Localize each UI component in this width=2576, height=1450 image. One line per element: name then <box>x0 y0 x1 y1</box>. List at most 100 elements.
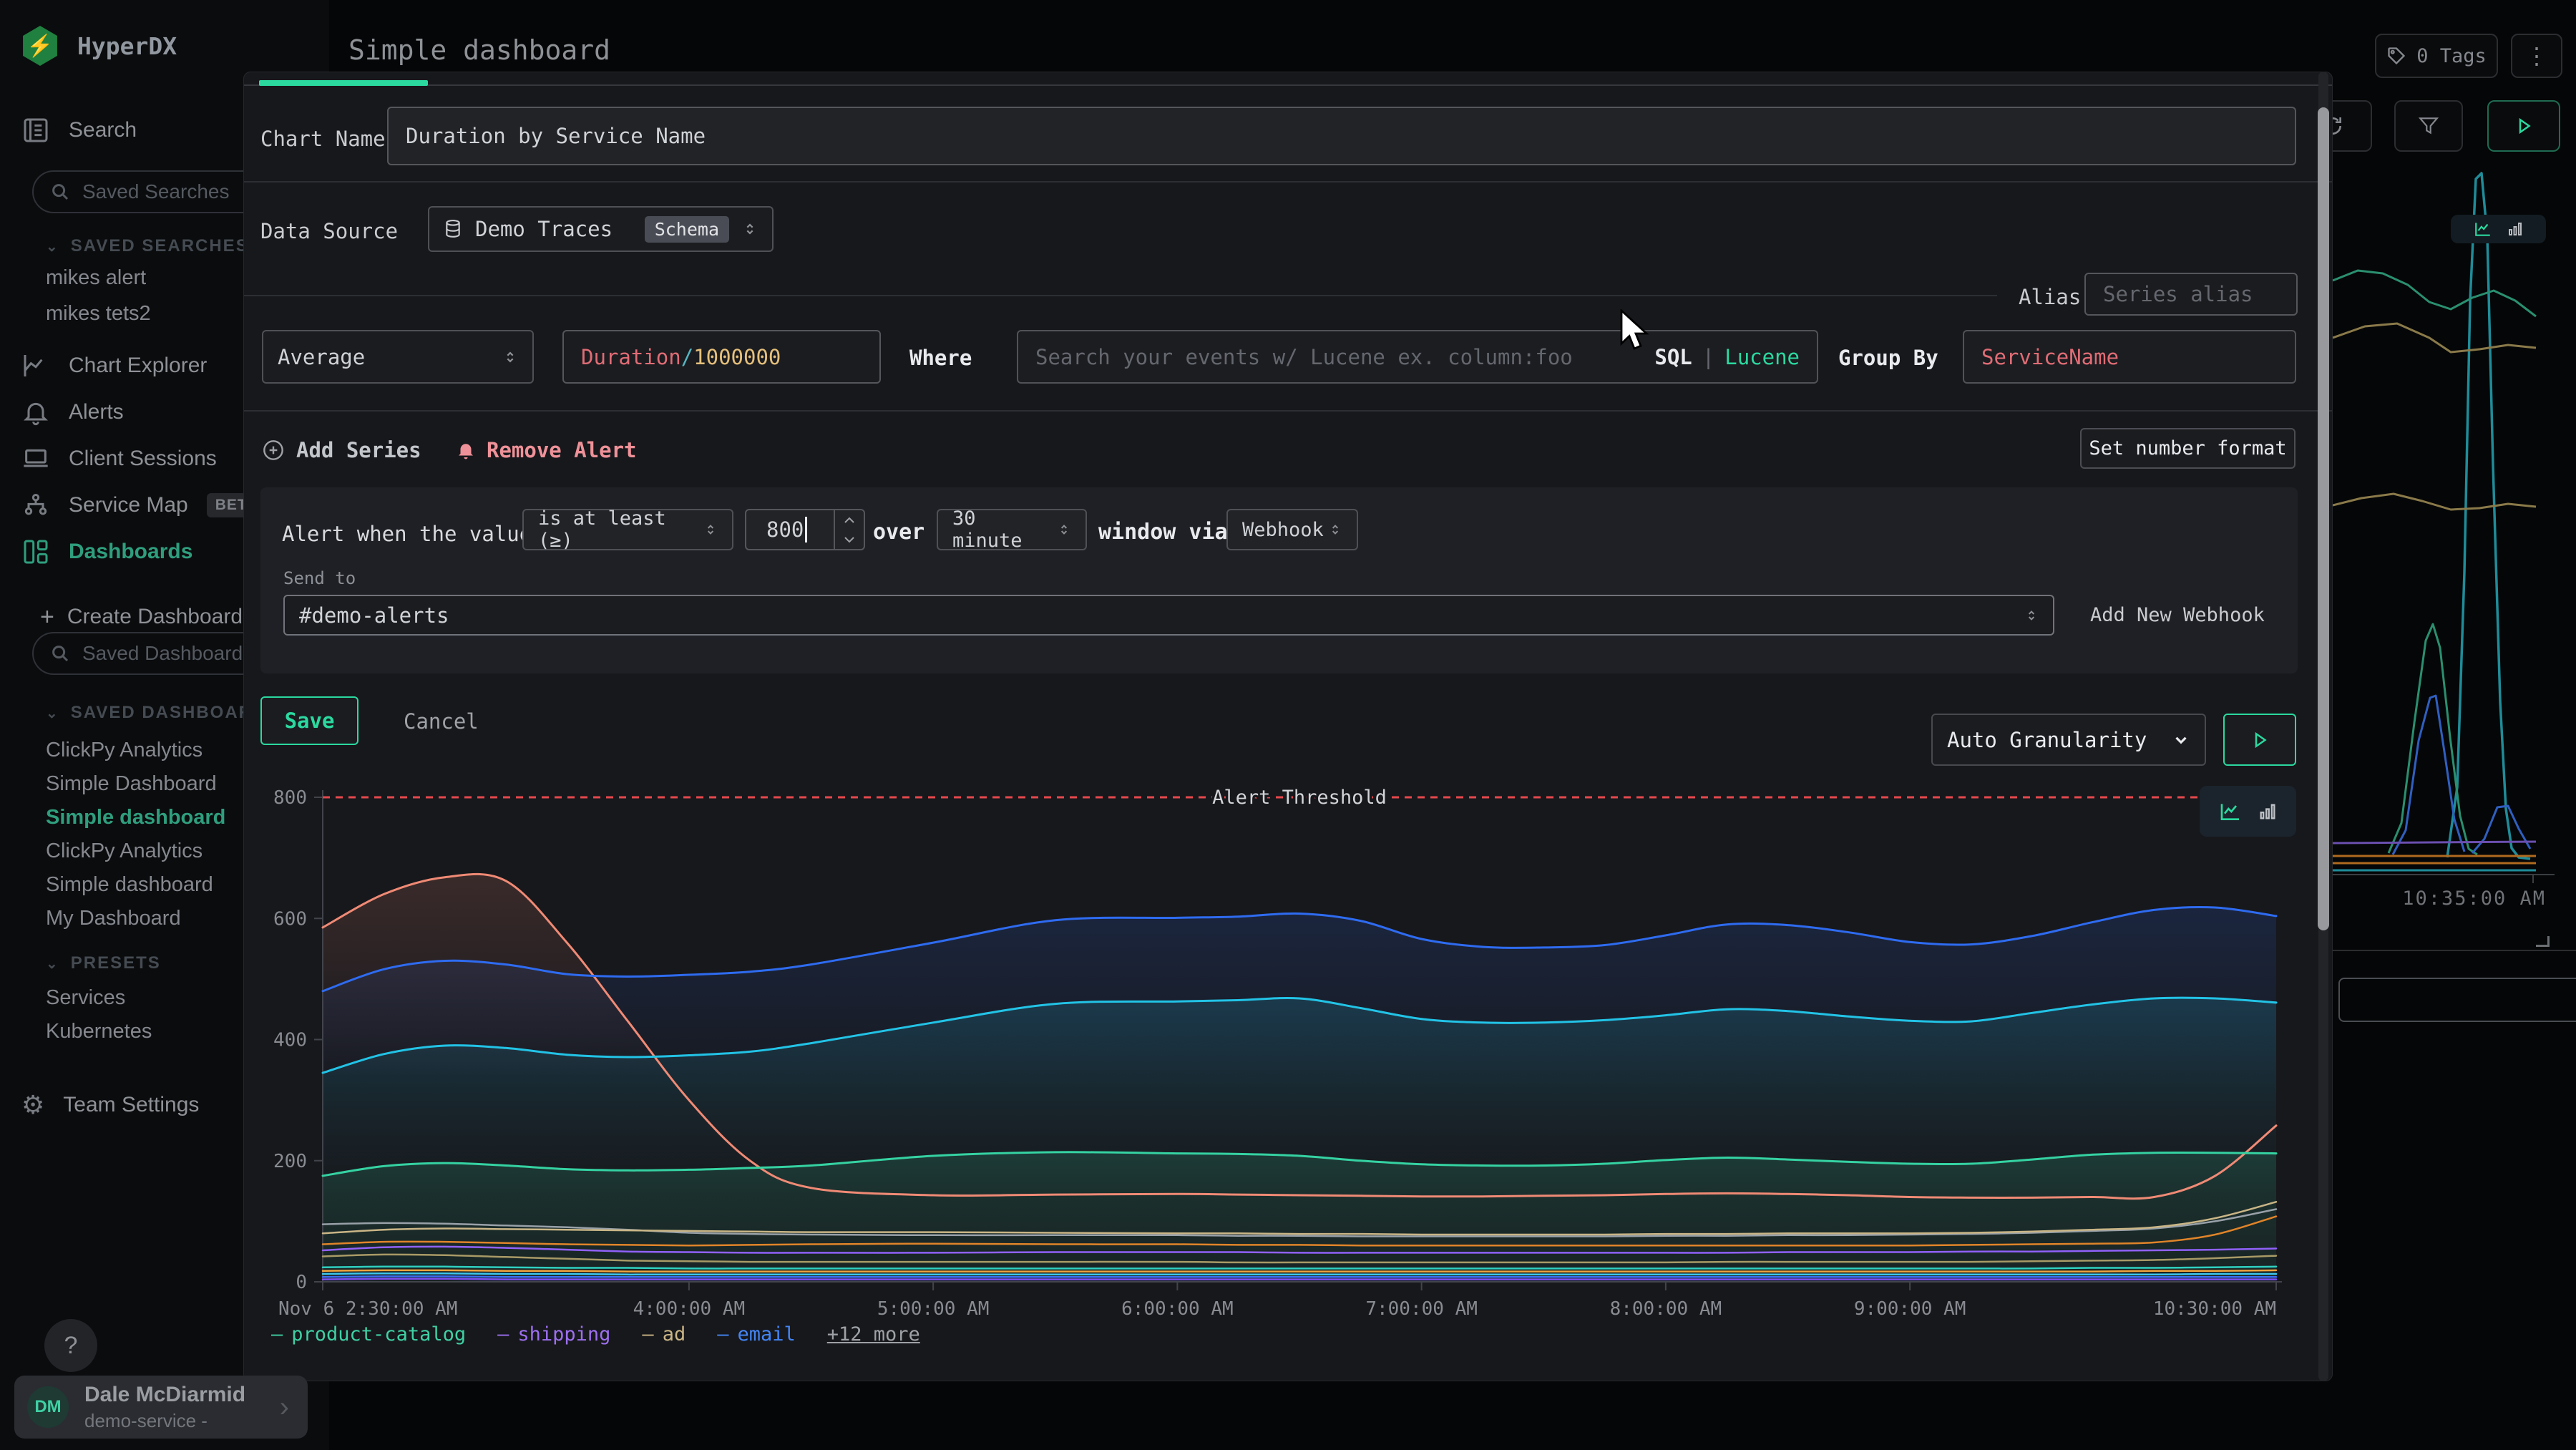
tags-label: 0 Tags <box>2416 45 2487 67</box>
sidebar-item-team-settings[interactable]: ⚙ Team Settings <box>21 1088 199 1122</box>
chevron-down-icon: ⌄ <box>46 238 59 256</box>
saved-searches-placeholder: Saved Searches <box>82 180 229 203</box>
legend-item[interactable]: —product-catalog <box>271 1323 466 1346</box>
alert-condition-select[interactable]: is at least (≥) <box>522 509 733 550</box>
legend-dash: — <box>497 1323 509 1346</box>
run-query-button[interactable] <box>2487 100 2560 152</box>
dashboard-list-item[interactable]: ClickPy Analytics <box>46 739 203 762</box>
legend-item[interactable]: —shipping <box>497 1323 610 1346</box>
brand[interactable]: ⚡ HyperDX <box>21 29 177 63</box>
bell-icon <box>21 398 50 427</box>
svg-text:9:00:00 AM: 9:00:00 AM <box>1854 1298 1966 1320</box>
field-expression-input[interactable]: Duration/1000000 <box>562 330 881 384</box>
sidebar-item-dashboards[interactable]: Dashboards <box>21 535 192 569</box>
help-button[interactable]: ? <box>44 1319 97 1372</box>
number-stepper[interactable] <box>834 510 864 549</box>
modal-scrollbar-thumb[interactable] <box>2318 107 2329 930</box>
group-by-input[interactable]: ServiceName <box>1963 330 2296 384</box>
alert-bell-icon <box>455 439 477 462</box>
legend-more-button[interactable]: +12 more <box>827 1323 920 1346</box>
data-source-select[interactable]: Demo Traces Schema <box>428 206 774 252</box>
filter-icon <box>2418 115 2439 137</box>
presets-heading[interactable]: ⌄ PRESETS <box>46 953 161 973</box>
chart-type-toggle[interactable] <box>2200 786 2296 837</box>
preset-item[interactable]: Services <box>46 986 125 1010</box>
saved-dashboards-placeholder: Saved Dashboards <box>82 642 253 665</box>
data-source-label: Data Source <box>260 219 398 243</box>
granularity-select[interactable]: Auto Granularity <box>1931 714 2206 766</box>
alert-over-label: over <box>873 520 924 545</box>
remove-alert-button[interactable]: Remove Alert <box>455 430 637 469</box>
webhook-select[interactable]: #demo-alerts <box>283 595 2054 636</box>
sidebar-item-alerts[interactable]: Alerts <box>21 395 124 429</box>
hyperdx-logo-icon: ⚡ <box>21 26 59 66</box>
send-to-label: Send to <box>283 568 356 588</box>
chevron-updown-icon <box>742 220 758 238</box>
where-label: Where <box>909 346 972 370</box>
lucene-toggle[interactable]: Lucene <box>1724 345 1800 369</box>
search-icon <box>49 643 71 664</box>
save-button[interactable]: Save <box>260 696 358 745</box>
dashboard-list-item[interactable]: Simple Dashboard <box>46 772 217 796</box>
dashboard-list-item-active[interactable]: Simple dashboard <box>46 806 225 829</box>
saved-search-item[interactable]: mikes alert <box>46 266 146 290</box>
legend-item[interactable]: —email <box>717 1323 796 1346</box>
chevron-updown-icon <box>1057 521 1071 538</box>
duration-chart: 0200400600800Nov 6 2:30:00 AM4:00:00 AM5… <box>244 774 2333 1368</box>
chart-name-input[interactable]: Duration by Service Name <box>387 107 2296 165</box>
dashboard-list-item[interactable]: ClickPy Analytics <box>46 840 203 863</box>
modal-run-button[interactable] <box>2223 714 2296 766</box>
resize-handle-icon[interactable] <box>2536 936 2550 947</box>
sidebar-item-search[interactable]: Search <box>21 113 137 147</box>
user-name: Dale McDiarmid <box>84 1383 245 1407</box>
aggregation-select[interactable]: Average <box>262 330 534 384</box>
alert-prefix-label: Alert when the value <box>282 522 532 546</box>
sidebar-item-client-sessions[interactable]: Client Sessions <box>21 442 217 476</box>
circle-plus-icon <box>262 439 285 462</box>
where-search-input[interactable]: Search your events w/ Lucene ex. column:… <box>1017 330 1818 384</box>
svg-text:Alert Threshold: Alert Threshold <box>1212 787 1387 809</box>
series-alias-input[interactable]: Series alias <box>2084 273 2298 316</box>
background-dashboard-chart: 10:35:00 AM <box>2333 165 2576 923</box>
svg-text:4:00:00 AM: 4:00:00 AM <box>633 1298 746 1320</box>
search-icon <box>49 181 71 203</box>
saved-searches-heading[interactable]: ⌄ SAVED SEARCHES <box>46 236 249 256</box>
svg-text:200: 200 <box>273 1151 307 1172</box>
set-number-format-button[interactable]: Set number format <box>2080 428 2296 469</box>
alert-threshold-input[interactable]: 800 <box>745 509 865 550</box>
line-chart-icon <box>2219 800 2242 823</box>
tags-button[interactable]: 0 Tags <box>2375 34 2498 78</box>
alert-window-select[interactable]: 30 minute <box>937 509 1087 550</box>
svg-text:600: 600 <box>273 908 307 930</box>
section-divider <box>244 410 2332 412</box>
alert-channel-select[interactable]: Webhook <box>1226 509 1358 550</box>
dashboard-list-item[interactable]: My Dashboard <box>46 907 181 930</box>
database-icon <box>444 218 462 240</box>
create-dashboard-button[interactable]: + Create Dashboard <box>40 600 243 634</box>
svg-text:7:00:00 AM: 7:00:00 AM <box>1365 1298 1478 1320</box>
alert-via-label: window via <box>1098 520 1228 545</box>
bg-panel-divider <box>2333 950 2576 951</box>
preset-item[interactable]: Kubernetes <box>46 1020 152 1043</box>
add-series-button[interactable]: Add Series <box>262 430 421 469</box>
bg-chart-type-toggle[interactable] <box>2451 215 2546 243</box>
user-subtitle: demo-service - <box>84 1410 245 1432</box>
active-tab-indicator[interactable] <box>259 80 428 86</box>
legend-item[interactable]: —ad <box>642 1323 686 1346</box>
bg-search-input[interactable] <box>2338 978 2576 1022</box>
sidebar-item-chart-explorer[interactable]: Chart Explorer <box>21 349 207 383</box>
svg-text:8:00:00 AM: 8:00:00 AM <box>1610 1298 1722 1320</box>
play-icon <box>2513 115 2534 137</box>
more-menu-button[interactable]: ⋮ <box>2511 34 2562 78</box>
chart-explorer-icon <box>21 351 50 380</box>
cancel-button[interactable]: Cancel <box>404 709 479 734</box>
add-new-webhook-button[interactable]: Add New Webhook <box>2090 604 2265 626</box>
saved-search-item[interactable]: mikes tets2 <box>46 302 151 326</box>
dashboard-list-item[interactable]: Simple dashboard <box>46 873 213 897</box>
sidebar-item-service-map[interactable]: Service Map BETA <box>21 488 266 522</box>
group-by-label: Group By <box>1838 346 1938 370</box>
chart-legend: —product-catalog —shipping —ad —email +1… <box>271 1323 920 1346</box>
filter-button[interactable] <box>2394 100 2463 152</box>
section-divider <box>244 181 2332 183</box>
user-card[interactable]: DM Dale McDiarmid demo-service - › <box>14 1376 308 1439</box>
